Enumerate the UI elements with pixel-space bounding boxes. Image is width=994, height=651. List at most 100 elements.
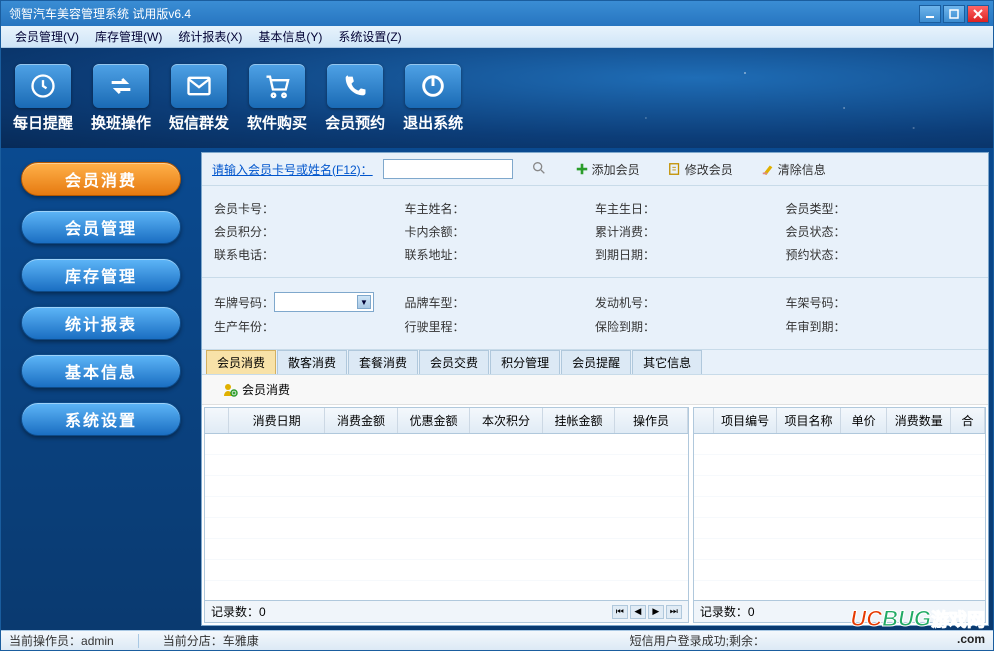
tool-shift[interactable]: 换班操作 <box>91 64 151 133</box>
last-page-button[interactable]: ⏭ <box>666 605 682 619</box>
record-count-left: 0 <box>259 605 266 619</box>
tool-reservation[interactable]: 会员预约 <box>325 64 385 133</box>
grid-nav-left: ⏮ ◀ ▶ ⏭ <box>612 605 682 619</box>
field-mileage: 行驶里程： <box>405 318 465 335</box>
field-expire: 到期日期： <box>595 246 655 263</box>
field-balance: 卡内余额： <box>405 223 465 240</box>
edit-member-button[interactable]: 修改会员 <box>668 161 733 178</box>
close-button[interactable] <box>967 5 989 23</box>
consume-grid-header: 消费日期 消费金额 优惠金额 本次积分 挂帐金额 操作员 <box>205 408 688 434</box>
col-qty[interactable]: 消费数量 <box>887 408 950 433</box>
consume-grid-footer: 记录数： 0 ⏮ ◀ ▶ ⏭ <box>205 600 688 622</box>
status-branch-label: 当前分店： <box>163 632 223 649</box>
field-card-no: 会员卡号： <box>214 200 274 217</box>
item-grid-footer: 记录数： 0 <box>694 600 985 622</box>
search-icon[interactable] <box>531 160 547 179</box>
member-info-panel: 会员卡号： 车主姓名： 车主生日： 会员类型： 会员积分： 卡内余额： 累计消费… <box>202 186 988 278</box>
tab-points-mgmt[interactable]: 积分管理 <box>490 350 560 374</box>
col-price[interactable]: 单价 <box>841 408 888 433</box>
col-item-no[interactable]: 项目编号 <box>714 408 777 433</box>
field-engine: 发动机号： <box>595 294 655 311</box>
phone-icon <box>327 64 383 108</box>
col-selector-r[interactable] <box>694 408 714 433</box>
nav-member-mgmt[interactable]: 会员管理 <box>21 210 181 244</box>
person-icon <box>222 382 238 398</box>
status-operator-label: 当前操作员： <box>9 632 81 649</box>
menubar: 会员管理(V) 库存管理(W) 统计报表(X) 基本信息(Y) 系统设置(Z) <box>1 26 993 48</box>
menu-settings[interactable]: 系统设置(Z) <box>330 26 409 47</box>
status-operator: admin <box>81 634 114 648</box>
nav-settings[interactable]: 系统设置 <box>21 402 181 436</box>
chevron-down-icon: ▼ <box>357 295 371 309</box>
status-separator <box>138 634 139 648</box>
menu-stock[interactable]: 库存管理(W) <box>87 26 170 47</box>
consume-grid: 消费日期 消费金额 优惠金额 本次积分 挂帐金额 操作员 记录数： 0 ⏮ ◀ <box>204 407 689 623</box>
menu-report[interactable]: 统计报表(X) <box>170 26 250 47</box>
field-phone: 联系电话： <box>214 246 274 263</box>
prev-page-button[interactable]: ◀ <box>630 605 646 619</box>
consume-grid-body[interactable] <box>205 434 688 600</box>
cart-icon <box>249 64 305 108</box>
col-item-name[interactable]: 项目名称 <box>777 408 840 433</box>
col-amount[interactable]: 消费金额 <box>325 408 398 433</box>
main-panel: 请输入会员卡号或姓名(F12)： 添加会员 修改会员 清除信息 会员卡号： 车主… <box>201 152 989 626</box>
field-owner-bday: 车主生日： <box>595 200 655 217</box>
tool-daily-reminder[interactable]: 每日提醒 <box>13 64 73 133</box>
tab-member-pay[interactable]: 会员交费 <box>419 350 489 374</box>
record-label-right: 记录数： <box>700 603 748 620</box>
tab-member-consume[interactable]: 会员消费 <box>206 350 276 374</box>
status-sms: 短信用户登录成功;剩余： <box>630 632 765 649</box>
tab-package-consume[interactable]: 套餐消费 <box>348 350 418 374</box>
add-member-button[interactable]: 添加会员 <box>575 161 640 178</box>
nav-consume[interactable]: 会员消费 <box>21 162 181 196</box>
tab-other-info[interactable]: 其它信息 <box>632 350 702 374</box>
field-year: 生产年份： <box>214 318 274 335</box>
menu-basic[interactable]: 基本信息(Y) <box>250 26 330 47</box>
maximize-button[interactable] <box>943 5 965 23</box>
tool-exit[interactable]: 退出系统 <box>403 64 463 133</box>
nav-stock-mgmt[interactable]: 库存管理 <box>21 258 181 292</box>
menu-member[interactable]: 会员管理(V) <box>7 26 87 47</box>
car-info-panel: 车牌号码：▼ 品牌车型： 发动机号： 车架号码： 生产年份： 行驶里程： 保险到… <box>202 278 988 350</box>
col-points[interactable]: 本次积分 <box>470 408 543 433</box>
search-bar: 请输入会员卡号或姓名(F12)： 添加会员 修改会员 清除信息 <box>202 153 988 186</box>
field-owner-name: 车主姓名： <box>405 200 465 217</box>
tab-content: 会员消费 消费日期 消费金额 优惠金额 本次积分 挂帐金额 操作员 <box>202 375 988 625</box>
search-input[interactable] <box>383 159 513 179</box>
clear-info-button[interactable]: 清除信息 <box>761 161 826 178</box>
status-bar: 当前操作员： admin 当前分店： 车雅康 短信用户登录成功;剩余： <box>1 630 993 650</box>
field-inspection: 年审到期： <box>786 318 846 335</box>
col-credit[interactable]: 挂帐金额 <box>543 408 616 433</box>
col-operator[interactable]: 操作员 <box>615 408 688 433</box>
tab-bar: 会员消费 散客消费 套餐消费 会员交费 积分管理 会员提醒 其它信息 <box>202 350 988 375</box>
item-grid-header: 项目编号 项目名称 单价 消费数量 合 <box>694 408 985 434</box>
item-grid: 项目编号 项目名称 单价 消费数量 合 记录数： 0 <box>693 407 986 623</box>
power-icon <box>405 64 461 108</box>
swap-icon <box>93 64 149 108</box>
item-grid-body[interactable] <box>694 434 985 600</box>
col-selector[interactable] <box>205 408 229 433</box>
col-discount[interactable]: 优惠金额 <box>398 408 471 433</box>
nav-basic-info[interactable]: 基本信息 <box>21 354 181 388</box>
titlebar: 领智汽车美容管理系统 试用版v6.4 <box>1 1 993 26</box>
col-total[interactable]: 合 <box>951 408 985 433</box>
field-status: 会员状态： <box>786 223 846 240</box>
first-page-button[interactable]: ⏮ <box>612 605 628 619</box>
field-total-spend: 累计消费： <box>595 223 655 240</box>
mail-icon <box>171 64 227 108</box>
field-plate: 车牌号码： <box>214 294 274 311</box>
minimize-button[interactable] <box>919 5 941 23</box>
body: 会员消费 会员管理 库存管理 统计报表 基本信息 系统设置 请输入会员卡号或姓名… <box>1 148 993 630</box>
tab-guest-consume[interactable]: 散客消费 <box>277 350 347 374</box>
nav-report[interactable]: 统计报表 <box>21 306 181 340</box>
tool-sms[interactable]: 短信群发 <box>169 64 229 133</box>
tool-purchase[interactable]: 软件购买 <box>247 64 307 133</box>
plate-combo[interactable]: ▼ <box>274 292 374 312</box>
col-date[interactable]: 消费日期 <box>229 408 325 433</box>
status-branch: 车雅康 <box>223 632 259 649</box>
tab-member-remind[interactable]: 会员提醒 <box>561 350 631 374</box>
next-page-button[interactable]: ▶ <box>648 605 664 619</box>
field-reserve: 预约状态： <box>786 246 846 263</box>
tab-heading: 会员消费 <box>202 375 988 405</box>
field-address: 联系地址： <box>405 246 465 263</box>
